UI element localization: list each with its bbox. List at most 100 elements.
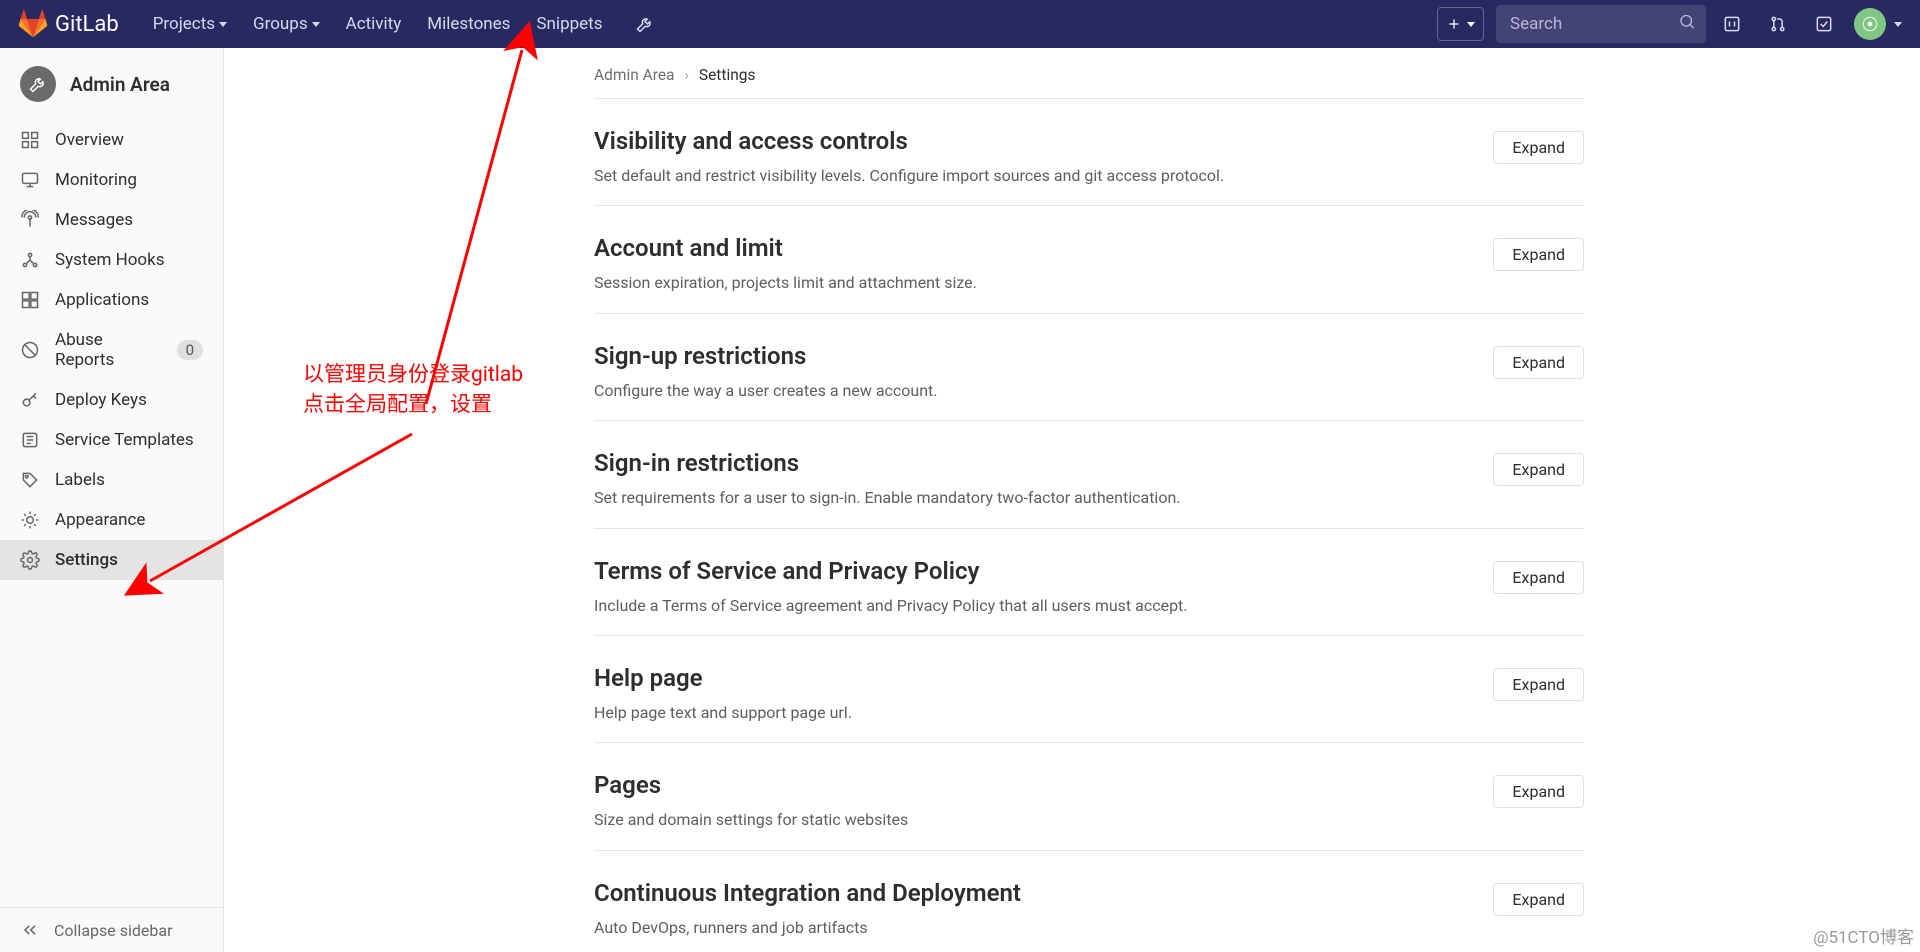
sidebar-item-label: Settings [55, 550, 118, 570]
collapse-sidebar-button[interactable]: Collapse sidebar [0, 907, 223, 952]
sidebar-item-deploy-keys[interactable]: Deploy Keys [0, 380, 223, 420]
main-content: Admin Area › Settings Visibility and acc… [224, 48, 1920, 952]
expand-button[interactable]: Expand [1493, 775, 1584, 808]
sidebar-item-label: Labels [55, 470, 105, 490]
section-description: Set requirements for a user to sign-in. … [594, 487, 1181, 509]
section-description: Include a Terms of Service agreement and… [594, 595, 1188, 617]
section-description: Auto DevOps, runners and job artifacts [594, 917, 1021, 939]
sidebar-item-label: Applications [55, 290, 149, 310]
search-wrap [1496, 5, 1706, 43]
search-input[interactable] [1496, 5, 1706, 43]
abuse-icon [20, 340, 40, 360]
user-avatar[interactable] [1854, 8, 1886, 40]
watermark: @51CTO博客 [1813, 923, 1914, 948]
nav-right [1437, 4, 1902, 44]
brand-name: GitLab [55, 12, 119, 37]
breadcrumb-root[interactable]: Admin Area [594, 66, 675, 84]
apps-icon [20, 290, 40, 310]
wrench-icon [635, 14, 655, 34]
settings-section-pages: Pages Size and domain settings for static… [594, 743, 1584, 850]
sidebar-item-service-templates[interactable]: Service Templates [0, 420, 223, 460]
overview-icon [20, 130, 40, 150]
nav-milestones-label: Milestones [427, 14, 510, 34]
sidebar-nav: OverviewMonitoringMessages System Hooks Ap… [0, 112, 223, 907]
section-description: Size and domain settings for static webs… [594, 809, 908, 831]
section-title: Help page [594, 664, 852, 692]
sidebar-item-monitoring[interactable]: Monitoring [0, 160, 223, 200]
sidebar-item-label: Abuse Reports [55, 330, 162, 370]
sidebar-item-label: System Hooks [55, 250, 165, 270]
expand-button[interactable]: Expand [1493, 453, 1584, 486]
section-description: Session expiration, projects limit and a… [594, 272, 977, 294]
sidebar-item-system-hooks[interactable]: System Hooks [0, 240, 223, 280]
breadcrumb: Admin Area › Settings [594, 66, 1584, 99]
nav-links: Projects Groups Activity Milestones Snip… [141, 4, 665, 44]
settings-section-help-page: Help pageHelp page text and support page… [594, 636, 1584, 743]
merge-request-icon [1768, 14, 1788, 34]
expand-button[interactable]: Expand [1493, 561, 1584, 594]
plus-icon [1446, 16, 1462, 32]
nav-projects[interactable]: Projects [141, 6, 239, 42]
todos-icon [1814, 14, 1834, 34]
issues-button[interactable] [1712, 4, 1752, 44]
sidebar-item-messages[interactable]: Messages [0, 200, 223, 240]
section-title: Sign-in restrictions [594, 449, 1181, 477]
labels-icon [20, 470, 40, 490]
chevron-down-icon [312, 22, 320, 27]
nav-snippets-label: Snippets [536, 14, 602, 34]
sidebar-item-applications[interactable]: Applications [0, 280, 223, 320]
chevron-down-icon [1467, 22, 1475, 27]
nav-groups-label: Groups [253, 14, 308, 34]
sidebar-title: Admin Area [70, 73, 170, 96]
sidebar-item-abuse-reports[interactable]: Abuse Reports0 [0, 320, 223, 380]
section-title: Continuous Integration and Deployment [594, 879, 1021, 907]
collapse-icon [20, 920, 40, 940]
nav-admin-wrench[interactable] [625, 4, 665, 44]
sidebar-item-label: Service Templates [55, 430, 194, 450]
sidebar-item-label: Appearance [55, 510, 145, 530]
section-title: Visibility and access controls [594, 127, 1224, 155]
expand-button[interactable]: Expand [1493, 238, 1584, 271]
sidebar-item-appearance[interactable]: Appearance [0, 500, 223, 540]
avatar-icon [1861, 15, 1879, 33]
chevron-down-icon [219, 22, 227, 27]
wrench-icon [20, 66, 56, 102]
settings-section-continuous-integration-and-deployment: Continuous Integration and Deployment Aut… [594, 851, 1584, 952]
nav-milestones[interactable]: Milestones [415, 6, 522, 42]
breadcrumb-current: Settings [699, 66, 756, 84]
nav-projects-label: Projects [153, 14, 215, 34]
section-description: Configure the way a user creates a new a… [594, 380, 938, 402]
expand-button[interactable]: Expand [1493, 883, 1584, 916]
expand-button[interactable]: Expand [1493, 668, 1584, 701]
collapse-label: Collapse sidebar [54, 921, 172, 940]
sidebar-item-labels[interactable]: Labels [0, 460, 223, 500]
section-title: Pages [594, 771, 908, 799]
nav-groups[interactable]: Groups [241, 6, 332, 42]
settings-section-account-and-limit: Account and limit Session expiration, pro… [594, 206, 1584, 313]
nav-activity[interactable]: Activity [334, 6, 414, 42]
gitlab-icon [18, 9, 48, 39]
monitoring-icon [20, 170, 40, 190]
new-dropdown-button[interactable] [1437, 7, 1484, 41]
todos-button[interactable] [1804, 4, 1844, 44]
top-navbar: GitLab Projects Groups Activity Mileston… [0, 0, 1920, 48]
section-title: Terms of Service and Privacy Policy [594, 557, 1188, 585]
admin-sidebar: Admin Area OverviewMonitoringMessages Sys… [0, 48, 224, 952]
brand-logo[interactable]: GitLab [18, 9, 119, 39]
issues-icon [1722, 14, 1742, 34]
merge-requests-button[interactable] [1758, 4, 1798, 44]
nav-activity-label: Activity [346, 14, 402, 34]
messages-icon [20, 210, 40, 230]
settings-section-sign-in-restrictions: Sign-in restrictions Set requirements for… [594, 421, 1584, 528]
sidebar-item-overview[interactable]: Overview [0, 120, 223, 160]
nav-snippets[interactable]: Snippets [524, 6, 614, 42]
expand-button[interactable]: Expand [1493, 131, 1584, 164]
search-icon [1678, 13, 1696, 36]
expand-button[interactable]: Expand [1493, 346, 1584, 379]
settings-section-visibility-and-access-controls: Visibility and access controls Set defaul… [594, 99, 1584, 206]
section-description: Set default and restrict visibility leve… [594, 165, 1224, 187]
section-title: Account and limit [594, 234, 977, 262]
sidebar-item-settings[interactable]: Settings [0, 540, 223, 580]
breadcrumb-separator: › [684, 66, 689, 84]
sidebar-header[interactable]: Admin Area [0, 48, 223, 112]
